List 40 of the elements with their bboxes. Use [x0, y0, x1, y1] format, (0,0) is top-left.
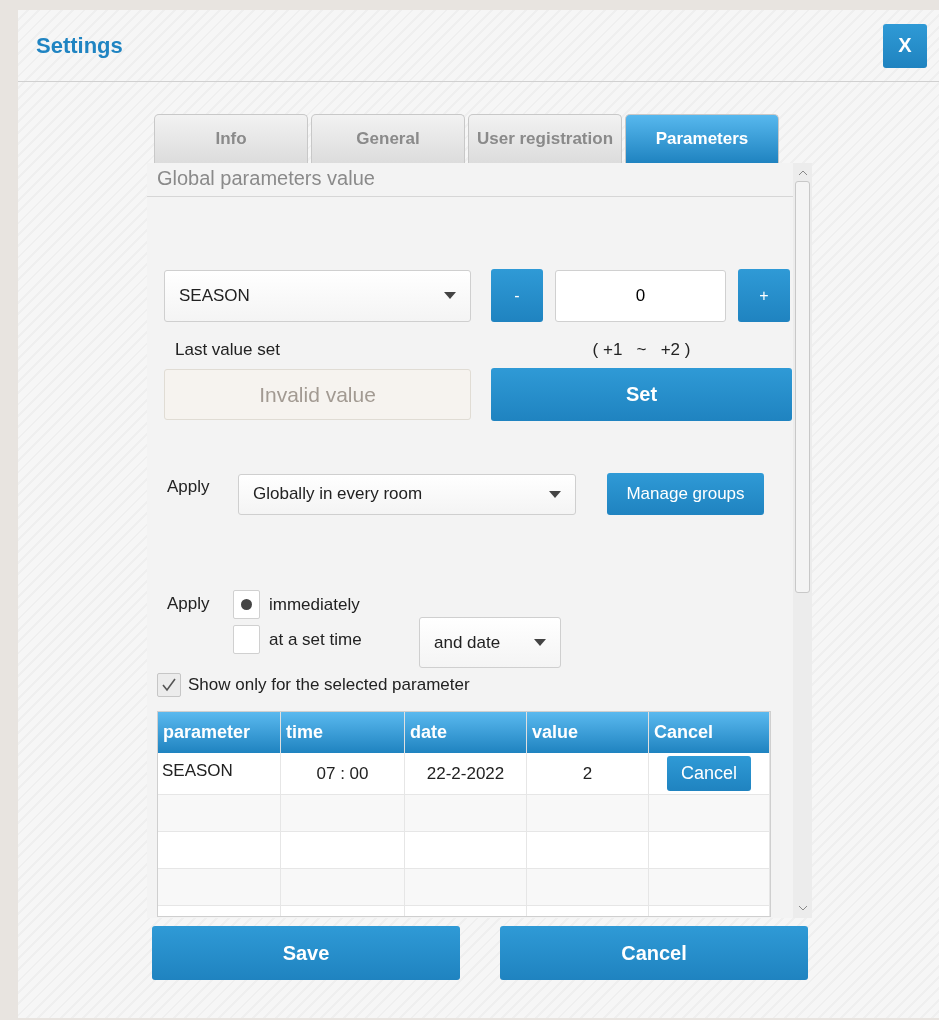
parameter-select[interactable]: SEASON: [164, 269, 471, 322]
manage-groups-button[interactable]: Manage groups: [607, 473, 764, 515]
range-text: ( +1 ~ +2 ): [591, 340, 692, 360]
date-select[interactable]: and date: [419, 617, 561, 668]
column-header: parameter: [158, 712, 281, 753]
decrement-button[interactable]: -: [491, 269, 543, 322]
column-header: Cancel: [649, 712, 770, 753]
close-button[interactable]: X: [883, 23, 927, 68]
column-header: value: [527, 712, 649, 753]
save-button[interactable]: Save: [152, 926, 460, 980]
apply-label: Apply: [167, 477, 211, 497]
section-title: Global parameters value: [147, 163, 793, 197]
apply-label: Apply: [167, 594, 211, 614]
scroll-up-icon[interactable]: [797, 169, 808, 177]
increment-button[interactable]: +: [738, 269, 790, 322]
checkbox-label: Show only for the selected parameter: [188, 675, 470, 695]
option-label: at a set time: [269, 629, 363, 650]
tab[interactable]: Info: [154, 114, 308, 163]
last-value-label: Last value set: [175, 340, 281, 360]
set-button[interactable]: Set: [491, 368, 792, 421]
option-label: immediately: [269, 594, 361, 615]
tab[interactable]: Parameters: [625, 114, 779, 163]
last-value-field: Invalid value: [164, 369, 471, 420]
checkmark-icon: [162, 678, 176, 692]
cancel-button[interactable]: Cancel: [500, 926, 808, 980]
caret-icon: [549, 490, 561, 498]
checkbox[interactable]: [157, 673, 181, 697]
scrollbar[interactable]: [793, 163, 812, 918]
caret-icon: [534, 639, 546, 646]
scope-select[interactable]: Globally in every room: [238, 473, 576, 515]
column-header: date: [405, 712, 527, 753]
tab[interactable]: User registration: [468, 114, 622, 163]
scroll-down-icon[interactable]: [797, 904, 808, 912]
caret-icon: [444, 292, 456, 299]
value-field[interactable]: 0: [555, 269, 726, 322]
window-title: Settings: [36, 32, 123, 59]
column-header: time: [281, 712, 405, 753]
option-box[interactable]: [233, 590, 260, 619]
tab[interactable]: General: [311, 114, 465, 163]
row-cancel-button[interactable]: Cancel: [667, 756, 751, 791]
